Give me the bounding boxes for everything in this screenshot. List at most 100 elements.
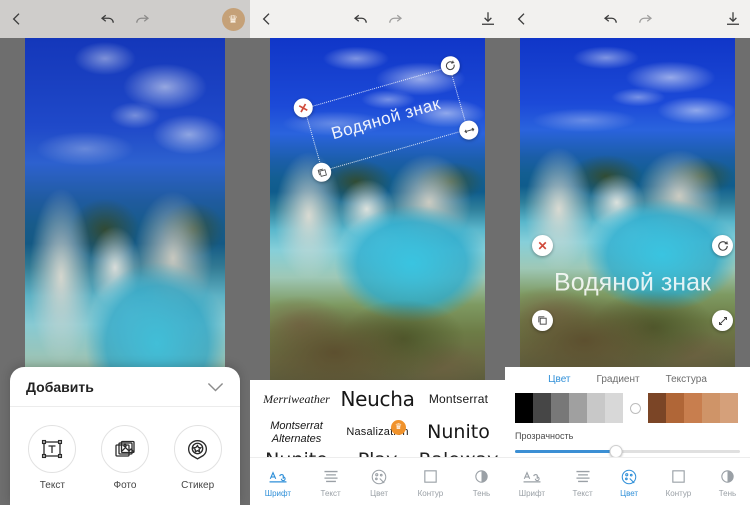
add-sheet-header: Добавить	[10, 379, 240, 407]
font-aa-icon	[268, 468, 288, 485]
font-item[interactable]: Play	[337, 449, 418, 457]
tab-label: Контур	[417, 489, 444, 498]
palette-icon	[370, 468, 388, 485]
swatch[interactable]	[587, 393, 605, 423]
font-item[interactable]: Nunito	[418, 419, 499, 447]
swatch[interactable]	[702, 393, 720, 423]
add-option-label: Текст	[39, 480, 65, 491]
tab-text[interactable]: Текст	[321, 468, 341, 498]
swatch[interactable]	[605, 393, 623, 423]
sticker-badge-icon	[173, 425, 222, 473]
swatch[interactable]	[684, 393, 702, 423]
opacity-slider[interactable]	[515, 444, 740, 458]
duplicate-icon[interactable]	[532, 310, 553, 331]
tab-label: Тень	[718, 489, 737, 498]
swatch[interactable]	[569, 393, 587, 423]
tab-outline[interactable]: Контур	[417, 468, 444, 498]
tab-label: Цвет	[620, 489, 639, 498]
toolbar-top-2	[250, 0, 505, 38]
tab-shadow[interactable]: Тень	[719, 468, 736, 498]
panel-color-picker: Водяной знак ✕ Цвет Градиент Текстура Пр…	[505, 0, 750, 505]
crown-icon: ♛	[221, 7, 245, 31]
tab-label: Шрифт	[264, 489, 292, 498]
premium-crown-button[interactable]: ♛	[216, 2, 250, 36]
swatch[interactable]	[648, 393, 666, 423]
redo-icon[interactable]	[378, 2, 412, 36]
undo-icon[interactable]	[594, 2, 628, 36]
gray-swatches	[515, 393, 623, 423]
tab-label: Цвет	[370, 489, 389, 498]
beach-photo: Водяной знак ✕	[520, 38, 735, 367]
font-item[interactable]: Montserrat	[418, 389, 499, 410]
toolbar-top-1: ♛	[0, 0, 250, 38]
text-box-icon	[28, 425, 77, 473]
toolbar-bottom-3: Шрифт Текст Цвет Контур Тень	[505, 457, 750, 505]
half-circle-shadow-icon	[473, 468, 490, 485]
undo-icon[interactable]	[344, 2, 378, 36]
add-option-label: Фото	[113, 480, 137, 491]
tab-font[interactable]: Шрифт	[519, 468, 545, 498]
add-option-photo[interactable]: Фото	[100, 425, 149, 491]
undo-icon[interactable]	[91, 2, 125, 36]
font-item[interactable]: Nunito	[256, 449, 337, 457]
tab-label: Контур	[665, 489, 692, 498]
add-option-sticker[interactable]: Стикер	[173, 425, 222, 491]
add-options-row: Текст Фото Стикер	[10, 407, 240, 505]
font-name-line1: Montserrat	[270, 420, 323, 432]
tab-text[interactable]: Текст	[573, 468, 593, 498]
toolbar-bottom-2: Шрифт Текст Цвет Контур Тень	[250, 457, 505, 505]
download-icon[interactable]	[716, 2, 750, 36]
tab-gradient[interactable]: Градиент	[597, 374, 640, 385]
resize-icon[interactable]	[712, 310, 733, 331]
swatch[interactable]	[720, 393, 738, 423]
font-item[interactable]: Montserrat Alternates	[256, 416, 337, 449]
swatch[interactable]	[551, 393, 569, 423]
tab-color[interactable]: Цвет	[370, 468, 388, 498]
add-option-text[interactable]: Текст	[28, 425, 77, 491]
tab-color[interactable]: Цвет	[620, 468, 638, 498]
back-icon[interactable]	[0, 2, 34, 36]
tab-font[interactable]: Шрифт	[265, 468, 291, 498]
panel-font-picker: Водяной знак ✕ Merriweather Neucha Monts…	[250, 0, 505, 505]
watermark-text: Водяной знак	[554, 268, 711, 297]
tab-color-solid[interactable]: Цвет	[548, 374, 570, 385]
tab-texture[interactable]: Текстура	[666, 374, 707, 385]
slider-fill	[515, 450, 617, 453]
swatch[interactable]	[515, 393, 533, 423]
screenshot-strip: ♛ Добавить Текст Фото Стикер Водяной зна…	[0, 0, 750, 505]
tab-label: Текст	[572, 489, 593, 498]
tab-outline[interactable]: Контур	[665, 468, 692, 498]
font-list[interactable]: Merriweather Neucha Montserrat Montserra…	[250, 380, 505, 457]
add-sheet-title: Добавить	[26, 379, 94, 395]
tab-shadow[interactable]: Тень	[473, 468, 490, 498]
redo-icon[interactable]	[628, 2, 662, 36]
photo-canvas-2: Водяной знак ✕	[250, 38, 505, 380]
download-icon[interactable]	[471, 2, 505, 36]
brown-swatches	[648, 393, 738, 423]
color-wheel-circle-icon[interactable]	[630, 402, 641, 414]
square-outline-icon	[422, 468, 439, 485]
font-item[interactable]: Merriweather	[256, 389, 337, 410]
tab-label: Шрифт	[518, 489, 546, 498]
watermark-object-selected[interactable]: Водяной знак ✕	[291, 53, 481, 185]
toolbar-top-3	[505, 0, 750, 38]
swatch[interactable]	[533, 393, 551, 423]
close-icon[interactable]: ✕	[532, 235, 553, 256]
chevron-down-icon[interactable]	[207, 380, 224, 395]
square-outline-icon	[670, 468, 687, 485]
font-item-premium[interactable]: Nasalization ♛	[337, 419, 418, 443]
rotate-icon[interactable]	[712, 235, 733, 256]
beach-photo: Водяной знак ✕	[270, 38, 485, 380]
panel-add-object: ♛ Добавить Текст Фото Стикер	[0, 0, 250, 505]
font-item[interactable]: Neucha	[337, 385, 418, 414]
back-icon[interactable]	[505, 2, 539, 36]
watermark-object-selected[interactable]: Водяной знак ✕	[530, 233, 735, 333]
font-grid-row3-clipped: Nunito Play Raleway	[250, 449, 505, 457]
redo-icon[interactable]	[125, 2, 159, 36]
back-icon[interactable]	[250, 2, 284, 36]
swatch-row	[515, 393, 740, 423]
swatch[interactable]	[666, 393, 684, 423]
opacity-label: Прозрачность	[515, 431, 574, 441]
align-lines-icon	[322, 468, 340, 485]
font-item[interactable]: Raleway	[418, 449, 499, 457]
